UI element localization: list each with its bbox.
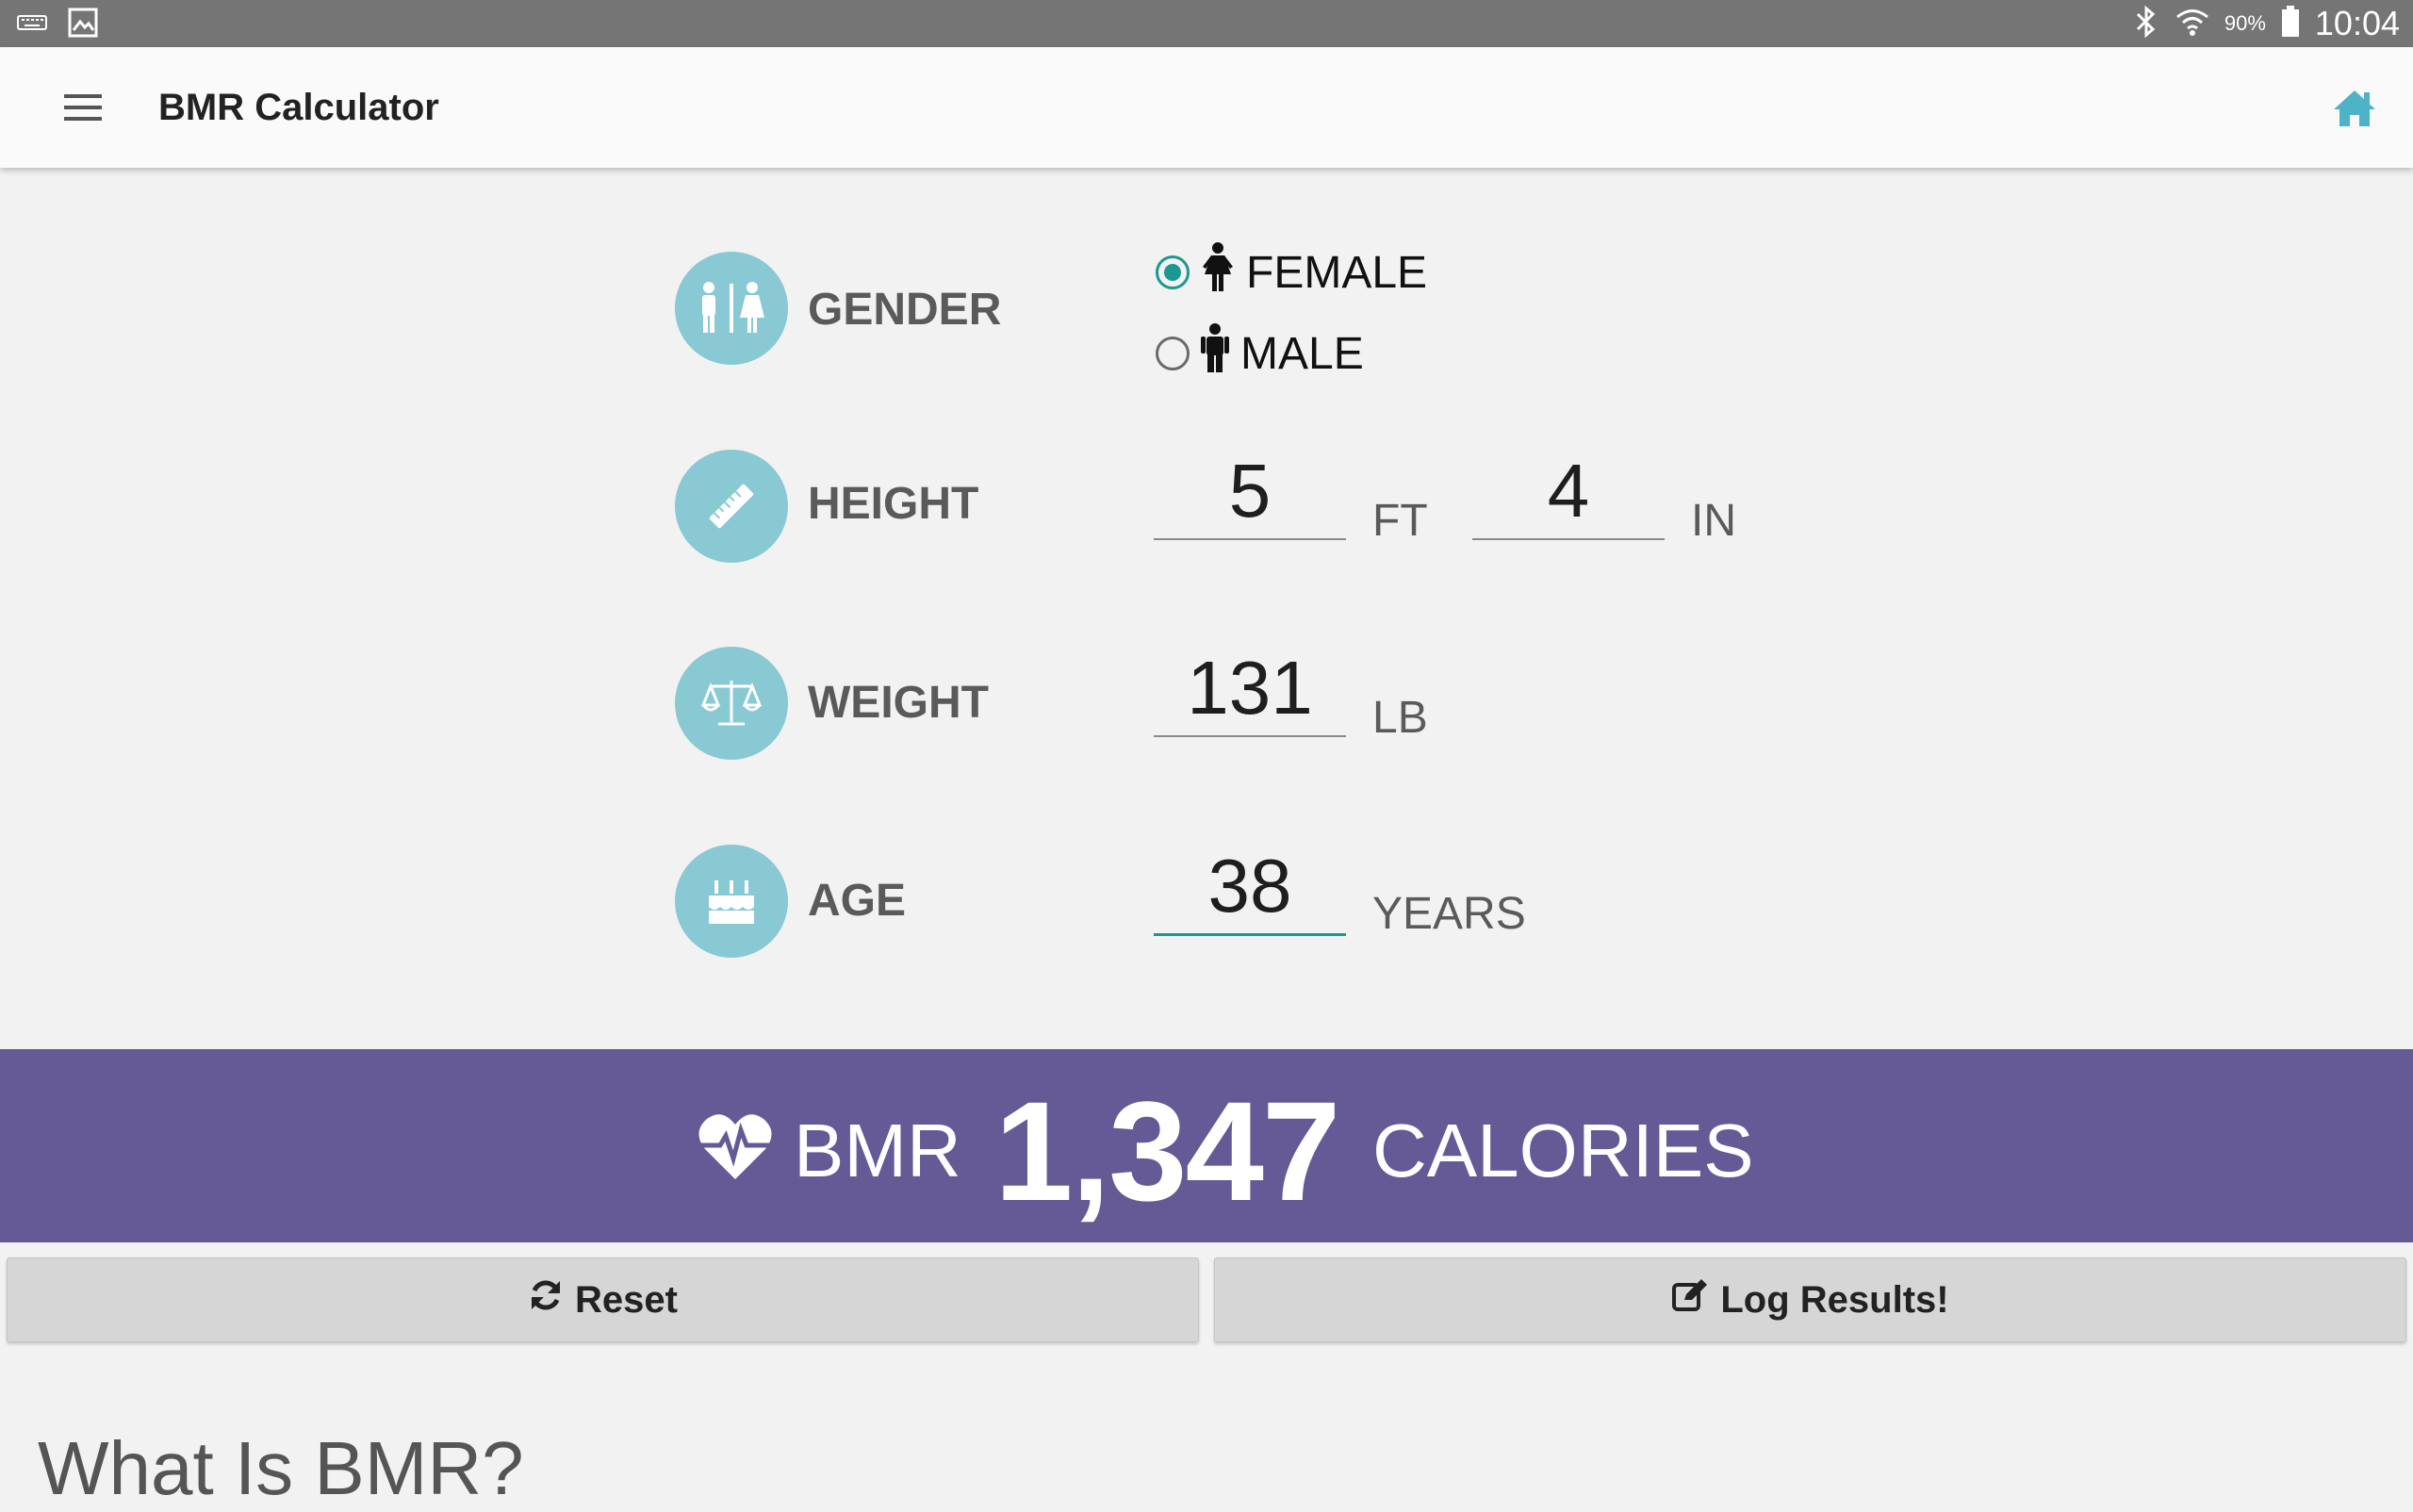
age-input[interactable]: 38: [1154, 839, 1346, 936]
gender-label: GENDER: [808, 285, 1002, 335]
battery-icon: [2281, 5, 2300, 42]
birthday-cake-icon: [675, 845, 788, 958]
edit-icon: [1671, 1277, 1709, 1323]
male-option[interactable]: MALE: [1156, 323, 1364, 384]
app-bar: BMR Calculator: [0, 47, 2413, 168]
battery-percent: 90%: [2224, 11, 2266, 35]
gender-row: GENDER FEMALE MALE: [0, 242, 2413, 384]
log-results-button-label: Log Results!: [1720, 1278, 1949, 1321]
bluetooth-icon: [2132, 5, 2160, 43]
weight-row: WEIGHT 131 LB: [0, 646, 2413, 779]
male-option-label: MALE: [1240, 328, 1364, 379]
log-results-button[interactable]: Log Results!: [1214, 1257, 2406, 1342]
bmr-unit: CALORIES: [1372, 1109, 1754, 1192]
ruler-icon: [675, 450, 788, 563]
status-clock: 10:04: [2314, 4, 2400, 42]
height-row: HEIGHT 5 FT 4 IN: [0, 449, 2413, 582]
female-option[interactable]: FEMALE: [1156, 242, 1427, 303]
keyboard-icon: [17, 13, 47, 37]
gallery-icon: [68, 8, 98, 42]
scale-icon: [675, 647, 788, 760]
weight-input[interactable]: 131: [1154, 641, 1346, 737]
what-is-bmr-heading: What Is BMR?: [38, 1426, 524, 1510]
female-icon: [1199, 242, 1237, 303]
home-icon[interactable]: [2330, 85, 2379, 130]
weight-label: WEIGHT: [808, 678, 989, 728]
female-option-label: FEMALE: [1246, 247, 1428, 298]
male-icon: [1199, 323, 1231, 384]
height-feet-input[interactable]: 5: [1154, 444, 1346, 540]
heartbeat-icon: [698, 1111, 773, 1186]
age-unit: YEARS: [1372, 889, 1526, 939]
female-radio[interactable]: [1156, 255, 1190, 289]
age-row: AGE 38 YEARS: [0, 844, 2413, 977]
gender-icon: [675, 252, 788, 365]
refresh-icon: [528, 1277, 564, 1323]
age-label: AGE: [808, 876, 907, 926]
status-bar: 90% 10:04: [0, 0, 2413, 47]
bmr-result-banner: BMR 1,347 CALORIES: [0, 1049, 2413, 1242]
reset-button-label: Reset: [575, 1278, 678, 1321]
inches-unit: IN: [1691, 496, 1736, 546]
reset-button[interactable]: Reset: [7, 1257, 1199, 1342]
height-inches-input[interactable]: 4: [1472, 444, 1665, 540]
bmr-prefix: BMR: [794, 1109, 961, 1192]
bmr-value: 1,347: [994, 1072, 1340, 1230]
weight-unit: LB: [1372, 693, 1428, 743]
male-radio[interactable]: [1156, 337, 1190, 370]
menu-icon[interactable]: [58, 89, 107, 126]
wifi-icon: [2175, 7, 2209, 41]
page-title: BMR Calculator: [158, 87, 439, 128]
feet-unit: FT: [1372, 496, 1428, 546]
height-label: HEIGHT: [808, 479, 979, 529]
